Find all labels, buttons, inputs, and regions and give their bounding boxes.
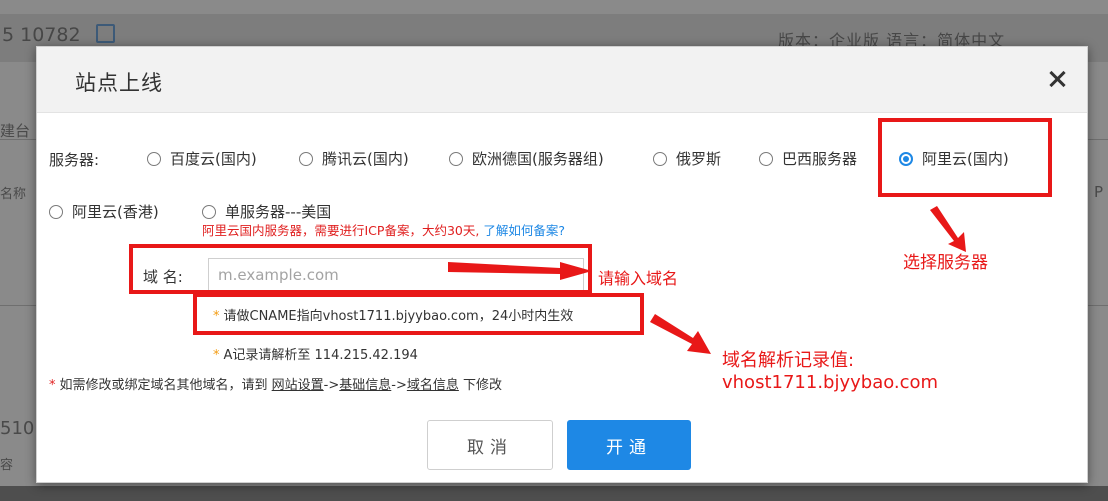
domain-info-link[interactable]: 域名信息 (407, 378, 459, 393)
radio-single-server-usa[interactable]: 单服务器---美国 (202, 201, 331, 222)
dialog-title: 站点上线 (75, 71, 163, 95)
background-divider (0, 139, 40, 140)
required-star: * (49, 378, 56, 393)
required-star: * (213, 348, 220, 363)
radio-icon[interactable] (299, 151, 313, 166)
radio-icon[interactable] (49, 204, 63, 219)
background-fragment: P (1094, 183, 1104, 201)
annotation-enter-domain: 请输入域名 (598, 269, 679, 288)
a-record-hint-text: A记录请解析至 114.215.42.194 (223, 348, 418, 363)
breadcrumb-separator: -> (391, 378, 407, 393)
breadcrumb-separator: -> (323, 378, 340, 393)
radio-icon[interactable] (759, 151, 773, 166)
a-record-hint: * A记录请解析至 114.215.42.194 (213, 344, 418, 363)
radio-icon[interactable] (147, 151, 161, 166)
background-fragment: 510 (0, 418, 35, 439)
icp-notice-text: 阿里云国内服务器，需要进行ICP备案，大约30天, (202, 223, 480, 238)
radio-icon[interactable] (202, 204, 216, 219)
edit-icon (96, 24, 115, 43)
radio-label: 欧洲德国(服务器组) (472, 150, 604, 168)
annotation-box-domain (129, 244, 592, 294)
radio-label: 百度云(国内) (170, 150, 257, 168)
dialog-header: 站点上线 (37, 47, 1087, 113)
radio-icon[interactable] (449, 151, 463, 166)
background-footer (0, 486, 1108, 501)
annotation-record-value: vhost1711.bjyybao.com (722, 372, 939, 393)
basic-info-link[interactable]: 基础信息 (339, 378, 391, 393)
icp-notice: 阿里云国内服务器，需要进行ICP备案，大约30天, 了解如何备案? (202, 220, 565, 239)
background-fragment: 建台 (0, 122, 31, 140)
radio-aliyun-hongkong[interactable]: 阿里云(香港) (49, 201, 159, 222)
radio-label: 单服务器---美国 (225, 203, 332, 221)
radio-germany[interactable]: 欧洲德国(服务器组) (449, 148, 604, 169)
radio-label: 巴西服务器 (782, 150, 858, 168)
annotation-record-title: 域名解析记录值: (722, 350, 855, 371)
radio-label: 阿里云(香港) (72, 203, 159, 221)
close-icon[interactable] (1045, 67, 1069, 91)
background-fragment: 名称 (0, 187, 27, 202)
radio-label: 俄罗斯 (676, 150, 722, 168)
activate-button[interactable]: 开通 (567, 420, 691, 470)
background-fragment: 容 (0, 458, 14, 473)
annotation-select-server: 选择服务器 (903, 253, 988, 273)
modify-domain-hint: * 如需修改或绑定域名其他域名，请到 网站设置->基础信息->域名信息 下修改 (49, 374, 502, 393)
annotation-box-cname (193, 293, 644, 335)
background-divider (0, 305, 40, 306)
server-label: 服务器: (49, 151, 100, 169)
cancel-button[interactable]: 取消 (427, 420, 553, 470)
annotation-box-server (878, 118, 1052, 197)
radio-icon[interactable] (653, 151, 667, 166)
modify-hint-prefix: 如需修改或绑定域名其他域名，请到 (59, 378, 268, 393)
icp-help-link[interactable]: 了解如何备案? (483, 223, 565, 238)
modify-hint-suffix: 下修改 (463, 378, 503, 393)
radio-brazil[interactable]: 巴西服务器 (759, 148, 857, 169)
radio-russia[interactable]: 俄罗斯 (653, 148, 721, 169)
radio-tencent-cloud[interactable]: 腾讯云(国内) (299, 148, 409, 169)
website-settings-link[interactable]: 网站设置 (272, 378, 324, 393)
radio-baidu-cloud[interactable]: 百度云(国内) (147, 148, 257, 169)
background-site-id: 5 10782 (2, 24, 81, 46)
radio-label: 腾讯云(国内) (322, 150, 409, 168)
